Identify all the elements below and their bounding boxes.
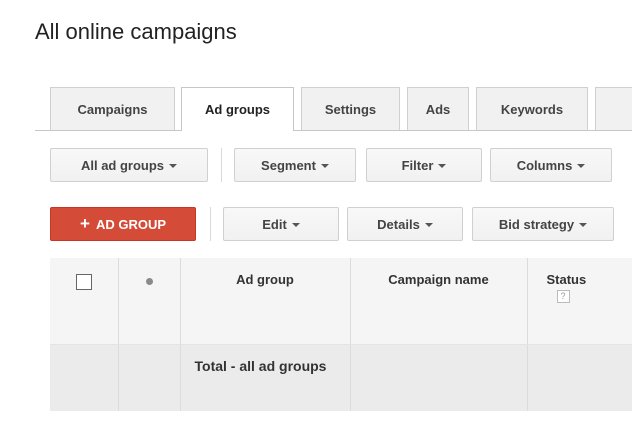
chevron-down-icon <box>577 163 586 168</box>
total-cell-empty <box>350 344 528 411</box>
tab-more[interactable] <box>595 87 632 130</box>
chevron-down-icon <box>291 222 300 227</box>
toolbar-divider <box>221 148 222 182</box>
chevron-down-icon <box>169 163 178 168</box>
tab-keywords[interactable]: Keywords <box>476 87 588 130</box>
chevron-down-icon <box>579 222 588 227</box>
segment-label: Segment <box>261 157 316 173</box>
status-dot-header <box>118 258 181 345</box>
chevron-down-icon <box>320 163 329 168</box>
page: All online campaigns Campaigns Ad groups… <box>0 0 632 431</box>
details-label: Details <box>377 216 420 232</box>
tab-settings[interactable]: Settings <box>301 87 400 130</box>
details-dropdown[interactable]: Details <box>347 207 463 241</box>
tab-ads[interactable]: Ads <box>407 87 469 130</box>
segment-dropdown[interactable]: Segment <box>234 148 356 182</box>
column-header-ad-group[interactable]: Ad group <box>180 258 351 345</box>
chevron-down-icon <box>424 222 433 227</box>
table-row-total: Total - all ad groups <box>50 344 632 411</box>
edit-label: Edit <box>262 216 287 232</box>
all-ad-groups-dropdown[interactable]: All ad groups <box>50 148 208 182</box>
select-all-checkbox[interactable] <box>75 274 92 290</box>
total-cell-empty <box>50 344 119 411</box>
table-header-row: Ad group Campaign name Status ? <box>50 258 632 345</box>
help-icon[interactable]: ? <box>556 290 570 303</box>
total-cell-empty <box>118 344 181 411</box>
column-header-status[interactable]: Status ? <box>527 258 632 345</box>
plus-icon: + <box>80 214 90 233</box>
select-all-cell <box>50 258 119 345</box>
tab-campaigns[interactable]: Campaigns <box>50 87 175 130</box>
status-dot-icon[interactable] <box>145 278 153 285</box>
tab-ad-groups[interactable]: Ad groups <box>181 87 294 131</box>
page-title: All online campaigns <box>35 19 237 44</box>
filter-label: Filter <box>401 157 434 173</box>
total-cell-empty <box>527 344 632 411</box>
all-ad-groups-label: All ad groups <box>80 157 165 173</box>
add-ad-group-button[interactable]: + AD GROUP <box>50 207 196 241</box>
bid-strategy-dropdown[interactable]: Bid strategy <box>472 207 614 241</box>
columns-dropdown[interactable]: Columns <box>490 148 612 182</box>
edit-dropdown[interactable]: Edit <box>223 207 339 241</box>
chevron-down-icon <box>438 163 447 168</box>
total-row-label: Total - all ad groups <box>180 344 351 411</box>
columns-label: Columns <box>516 157 573 173</box>
toolbar-divider <box>210 207 211 241</box>
bid-strategy-label: Bid strategy <box>498 216 575 232</box>
filter-dropdown[interactable]: Filter <box>366 148 482 182</box>
tab-bar: Campaigns Ad groups Settings Ads Keyword… <box>35 87 632 131</box>
add-ad-group-label: AD GROUP <box>95 216 166 232</box>
ad-groups-table: Ad group Campaign name Status ? Total - … <box>50 258 632 411</box>
column-header-campaign-name[interactable]: Campaign name <box>350 258 528 345</box>
